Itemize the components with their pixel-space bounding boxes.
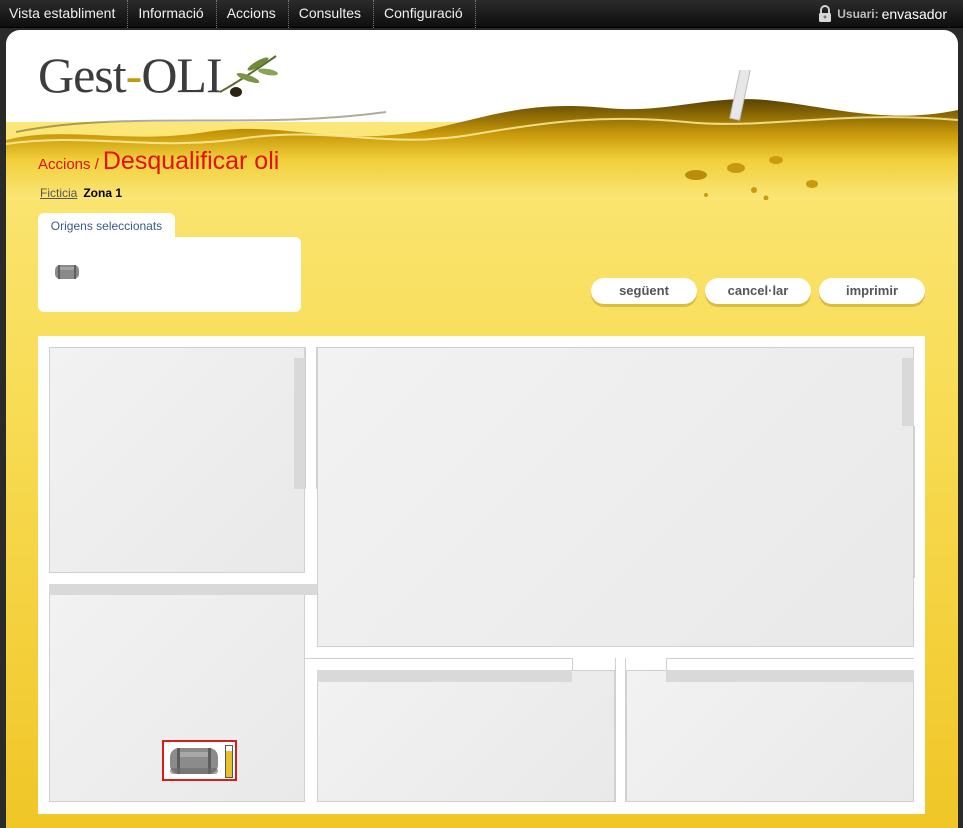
wall (305, 658, 573, 670)
room-bottom-right[interactable] (626, 670, 914, 802)
menu-item-configuracio[interactable]: Configuració (374, 0, 476, 28)
top-navigation-bar: Vista establiment Informació Accions Con… (0, 0, 963, 28)
barrel-icon (170, 748, 218, 774)
logo-text-dash: - (125, 47, 143, 103)
wall-shadow (666, 670, 914, 682)
breadcrumb-accions[interactable]: Accions / (38, 156, 99, 173)
menu-item-accions[interactable]: Accions (217, 0, 289, 28)
wall-shadow (294, 358, 305, 489)
menu-item-informacio[interactable]: Informació (128, 0, 217, 28)
page-heading: Accions / Desqualificar oli (38, 147, 279, 176)
sub-breadcrumb: Ficticia Zona 1 (40, 186, 122, 200)
wall (914, 426, 925, 578)
origins-panel (38, 237, 301, 312)
user-label: Usuari: (837, 7, 879, 21)
page-title: Desqualificar oli (102, 147, 280, 175)
breadcrumb-zone: Zona 1 (83, 186, 123, 200)
next-button[interactable]: següent (591, 278, 697, 304)
room-main-hall[interactable] (317, 347, 914, 647)
room-bottom-middle[interactable] (317, 670, 615, 802)
cancel-button[interactable]: cancel·lar (705, 278, 811, 304)
wall (305, 347, 317, 489)
user-name[interactable]: envasador (882, 6, 947, 22)
origins-tab[interactable]: Origens seleccionats (38, 213, 175, 239)
lock-icon (817, 5, 833, 23)
logo-text-gest: Gest (38, 47, 127, 103)
barrel-icon[interactable] (54, 263, 80, 286)
floor-plan (38, 336, 925, 814)
tank-level-indicator (225, 745, 233, 778)
print-button[interactable]: imprimir (819, 278, 925, 304)
logo-text-oli: OLI (141, 47, 222, 103)
wall-shadow (49, 584, 317, 595)
room-top-left[interactable] (49, 347, 305, 573)
wall-shadow (902, 358, 914, 426)
wall (615, 658, 626, 802)
user-info: Usuari: envasador (817, 0, 947, 28)
main-menu: Vista establiment Informació Accions Con… (0, 0, 476, 28)
gest-oli-logo: Gest-OLI (38, 46, 278, 104)
tank-level-fill (226, 750, 232, 777)
menu-item-consultes[interactable]: Consultes (289, 0, 375, 28)
breadcrumb-establishment-link[interactable]: Ficticia (40, 186, 77, 200)
wall (666, 658, 914, 670)
menu-item-vista-establiment[interactable]: Vista establiment (0, 0, 129, 28)
main-frame: Gest-OLI Accions / Desqualificar oli Fic… (6, 30, 958, 828)
selected-tank[interactable] (162, 740, 237, 781)
olive-branch-icon (219, 55, 278, 97)
wall-shadow (317, 670, 572, 682)
